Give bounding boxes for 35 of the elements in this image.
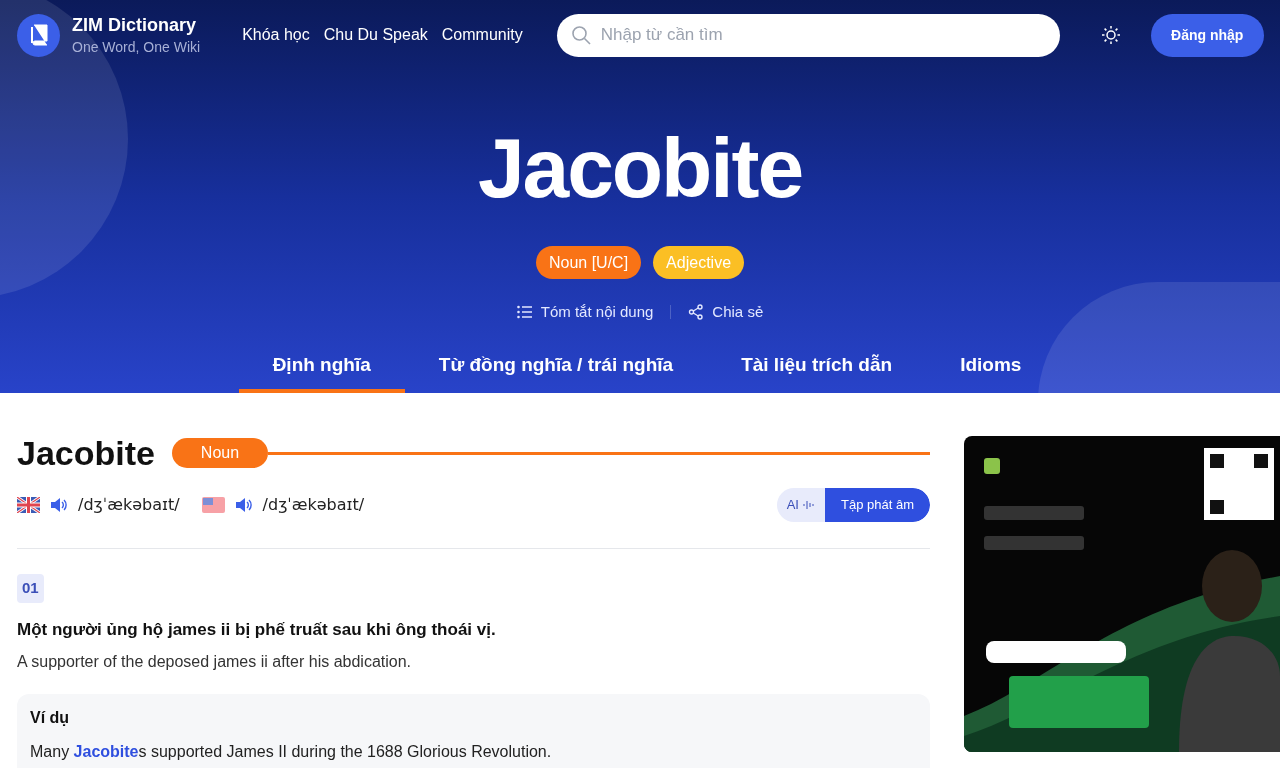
example-title: Ví dụ — [30, 708, 71, 728]
tab[interactable]: Tài liệu trích dẫn — [707, 341, 927, 393]
speaker-icon[interactable] — [234, 497, 253, 513]
speaker-icon[interactable] — [50, 497, 68, 513]
search-field[interactable]: Nhập từ cần tìm — [556, 13, 1060, 57]
waveform-icon — [803, 499, 815, 511]
tab[interactable]: Định nghĩa — [238, 341, 405, 393]
ipa-text: /dʒˈækəbaɪt/ — [262, 494, 365, 516]
practice-button[interactable]: Tập phát âm — [825, 488, 930, 522]
logo-icon[interactable] — [17, 13, 60, 57]
ai-label[interactable]: AI — [776, 488, 825, 522]
summary-button[interactable]: Tóm tắt nội dung — [516, 301, 654, 324]
share-icon — [688, 304, 705, 321]
login-button[interactable]: Đăng nhập — [1150, 13, 1264, 57]
nav-link[interactable]: Khóa học — [242, 23, 310, 47]
search-icon — [570, 24, 591, 45]
uk-flag-icon — [17, 497, 40, 513]
word-title: Jacobite — [477, 126, 803, 210]
nav-link[interactable]: Community — [441, 23, 523, 47]
pos-tag: Noun — [171, 438, 268, 468]
theme-toggle-icon[interactable] — [1100, 25, 1121, 45]
list-icon — [516, 305, 533, 320]
sense-number: 01 — [17, 574, 44, 603]
share-button[interactable]: Chia sẻ — [688, 301, 764, 324]
us-flag-icon — [201, 497, 225, 513]
tab[interactable]: Idioms — [926, 341, 1056, 393]
nav-link[interactable]: Chu Du Speak — [323, 23, 428, 47]
entry-word: Jacobite — [17, 436, 155, 470]
ipa-text: /dʒˈækəbaɪt/ — [78, 494, 180, 516]
definition-vi: Một người ủng hộ james ii bị phế truất sau khi ông thoái vị. — [17, 618, 497, 641]
brand-tagline: One Word, One Wiki — [72, 38, 201, 57]
tab[interactable]: Từ đồng nghĩa / trái nghĩa — [404, 341, 708, 393]
definition-en: A supporter of the deposed james ii after his abdication. — [17, 652, 412, 672]
brand-name[interactable]: ZIM Dictionary — [72, 13, 201, 37]
example-sentence: Many Jacobites supported James II during the 1688 Glorious Revolution. — [30, 742, 553, 762]
